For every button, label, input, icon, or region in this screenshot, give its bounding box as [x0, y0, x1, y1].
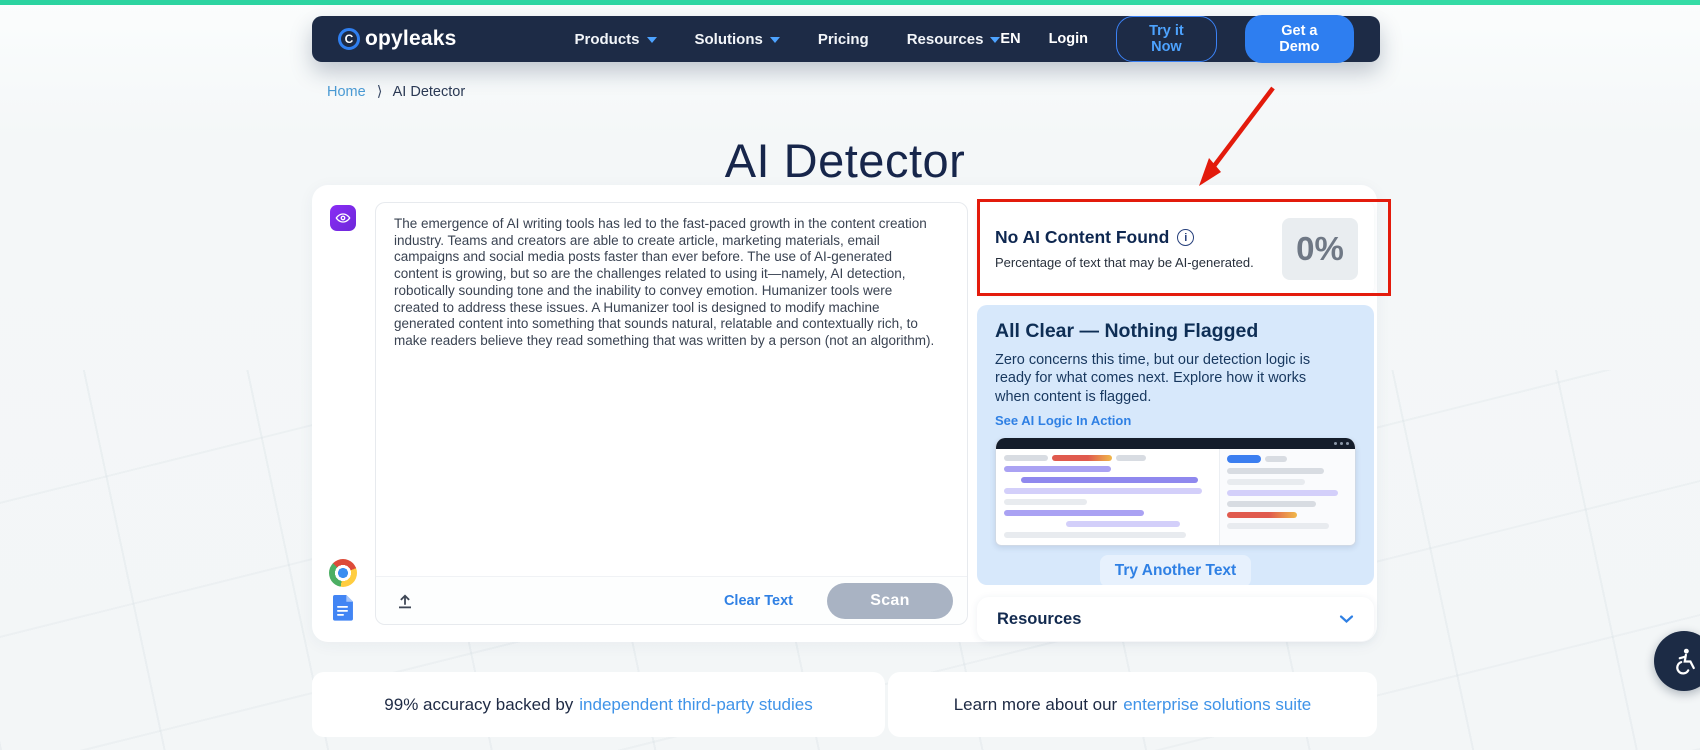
breadcrumb-home-link[interactable]: Home — [327, 84, 366, 100]
result-text-block: No AI Content Found i Percentage of text… — [995, 227, 1254, 270]
nav-item-label: Pricing — [818, 31, 869, 48]
nav-item-label: Products — [575, 31, 640, 48]
nav-item-label: Solutions — [695, 31, 763, 48]
results-column: No AI Content Found i Percentage of text… — [977, 202, 1374, 641]
all-clear-title: All Clear — Nothing Flagged — [995, 320, 1356, 343]
nav-item-pricing[interactable]: Pricing — [818, 31, 869, 48]
page-title: AI Detector — [0, 133, 1690, 188]
chevron-down-icon — [1339, 614, 1354, 624]
third-party-studies-link[interactable]: independent third-party studies — [579, 695, 812, 715]
editor-actions: Clear Text Scan — [718, 583, 953, 619]
enterprise-suite-link[interactable]: enterprise solutions suite — [1123, 695, 1311, 715]
editor-text-input[interactable]: The emergence of AI writing tools has le… — [376, 203, 954, 363]
see-ai-logic-link[interactable]: See AI Logic In Action — [995, 413, 1356, 428]
breadcrumb-separator: ⟩ — [377, 84, 383, 100]
preview-document-pane — [996, 449, 1219, 546]
clear-text-button[interactable]: Clear Text — [718, 592, 799, 610]
nav-item-solutions[interactable]: Solutions — [695, 31, 780, 48]
resources-accordion[interactable]: Resources — [977, 597, 1374, 641]
eye-icon — [330, 205, 356, 231]
result-summary-card: No AI Content Found i Percentage of text… — [977, 202, 1374, 295]
text-editor-panel: The emergence of AI writing tools has le… — [375, 202, 968, 625]
try-another-text-button[interactable]: Try Another Text — [1100, 555, 1251, 585]
logo-text: opyleaks — [365, 27, 457, 51]
detector-panel: The emergence of AI writing tools has le… — [312, 185, 1377, 642]
breadcrumb-current: AI Detector — [393, 84, 466, 100]
caret-down-icon — [990, 37, 1000, 43]
google-docs-icon[interactable] — [333, 595, 354, 627]
accessibility-widget-button[interactable] — [1654, 631, 1700, 691]
upload-file-button[interactable] — [394, 590, 416, 612]
language-selector[interactable]: EN — [1000, 31, 1020, 47]
get-a-demo-button[interactable]: Get a Demo — [1245, 15, 1354, 63]
breadcrumb: Home ⟩ AI Detector — [327, 84, 465, 100]
chrome-extension-icon[interactable] — [329, 559, 357, 587]
accuracy-card: 99% accuracy backed by independent third… — [312, 672, 885, 737]
ai-score-badge: 0% — [1282, 218, 1358, 280]
copyleaks-logo[interactable]: C opyleaks — [338, 27, 457, 51]
all-clear-card: All Clear — Nothing Flagged Zero concern… — [977, 305, 1374, 585]
detector-preview-graphic — [995, 438, 1356, 546]
nav-right-group: EN Login Try it Now Get a Demo — [1000, 15, 1354, 63]
accuracy-text: 99% accuracy backed by — [384, 695, 573, 715]
nav-links: Products Solutions Pricing Resources — [575, 31, 1001, 48]
enterprise-card: Learn more about our enterprise solution… — [888, 672, 1377, 737]
copyleaks-logo-icon: C — [338, 28, 360, 50]
navbar: C opyleaks Products Solutions Pricing Re… — [312, 16, 1380, 62]
try-it-now-button[interactable]: Try it Now — [1116, 16, 1217, 62]
enterprise-text: Learn more about our — [954, 695, 1118, 715]
nav-item-label: Resources — [907, 31, 984, 48]
login-link[interactable]: Login — [1049, 31, 1088, 47]
nav-item-resources[interactable]: Resources — [907, 31, 1001, 48]
all-clear-body: Zero concerns this time, but our detecti… — [995, 351, 1330, 406]
result-title: No AI Content Found — [995, 227, 1169, 248]
top-accent-strip — [0, 0, 1700, 5]
ai-detector-page: C opyleaks Products Solutions Pricing Re… — [0, 0, 1700, 750]
resources-accordion-label: Resources — [997, 610, 1081, 629]
scan-button[interactable]: Scan — [827, 583, 953, 619]
result-subtitle: Percentage of text that may be AI-genera… — [995, 255, 1254, 270]
caret-down-icon — [647, 37, 657, 43]
preview-window-bar — [996, 438, 1355, 449]
info-icon[interactable]: i — [1177, 229, 1194, 246]
caret-down-icon — [770, 37, 780, 43]
editor-footer: Clear Text Scan — [376, 576, 967, 624]
nav-item-products[interactable]: Products — [575, 31, 657, 48]
preview-results-pane — [1219, 449, 1355, 546]
preview-window-body — [996, 449, 1355, 546]
footer-cards: 99% accuracy backed by independent third… — [312, 672, 1377, 737]
